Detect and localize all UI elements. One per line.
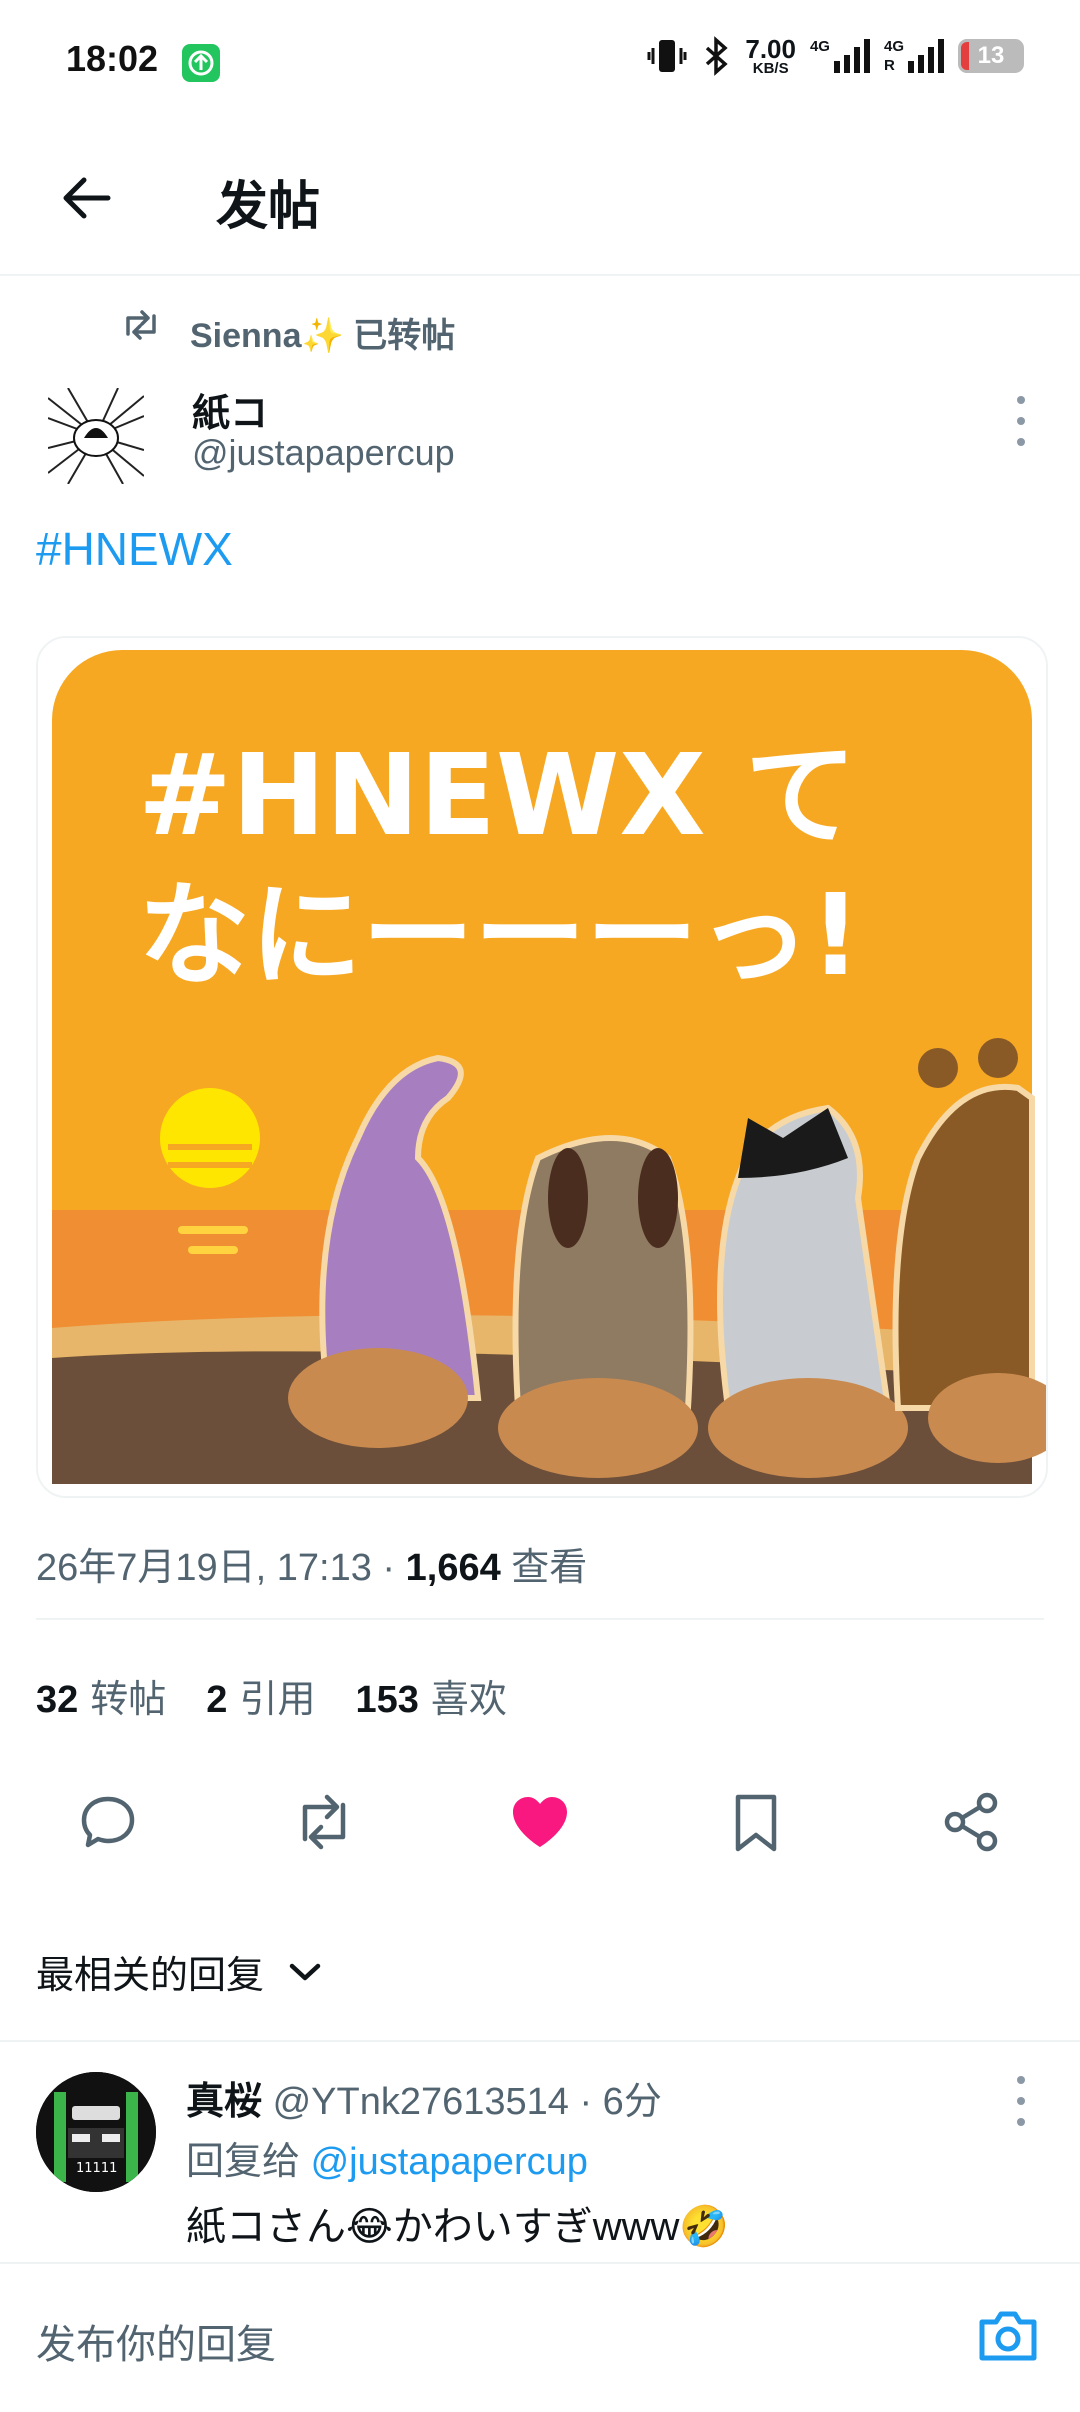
battery-icon: 13 bbox=[958, 39, 1024, 73]
arrow-left-icon bbox=[63, 177, 111, 219]
repost-context[interactable]: Sienna✨ 已转帖 bbox=[190, 308, 455, 357]
reply-sort-label: 最相关的回复 bbox=[36, 1955, 265, 1997]
reply-text: 紙コさん😂かわいすぎwww🤣 bbox=[186, 2205, 730, 2249]
share-icon bbox=[944, 1792, 998, 1852]
top-app-bar: 发帖 bbox=[0, 120, 1080, 276]
like-button[interactable] bbox=[500, 1782, 580, 1862]
reply-more-button[interactable] bbox=[1006, 2076, 1036, 2126]
post-more-button[interactable] bbox=[1006, 396, 1036, 446]
status-bar: 18:02 7.00 KB/S 4G 4G R 13 bbox=[0, 0, 1080, 120]
post-image[interactable]: #HNEWX て なにーーーっ! bbox=[36, 636, 1048, 1498]
post-meta: 26年7月19日, 17:13 · 1,664 查看 bbox=[36, 1536, 587, 1591]
app-update-icon bbox=[182, 44, 220, 82]
reply-input[interactable]: 发布你的回复 bbox=[36, 2312, 276, 2370]
engagement-stats: 32 转帖 2 引用 153 喜欢 bbox=[36, 1668, 507, 1723]
image-caption-line2: なにーーーっ! bbox=[138, 871, 861, 1001]
status-icons: 7.00 KB/S 4G 4G R 13 bbox=[647, 36, 1024, 76]
signal-icon-2: 4G R bbox=[884, 39, 944, 73]
reply-to-line: 回复给 @justapapercup bbox=[186, 2141, 588, 2183]
camera-button[interactable] bbox=[976, 2306, 1040, 2366]
repost-icon bbox=[302, 1794, 346, 1850]
post-actions bbox=[0, 1770, 1080, 1880]
reply-icon bbox=[81, 1796, 135, 1848]
speed-indicator: 7.00 KB/S bbox=[745, 33, 796, 77]
post-hashtag[interactable]: #HNEWX bbox=[36, 522, 233, 576]
author-avatar[interactable] bbox=[48, 388, 144, 484]
chevron-down-icon bbox=[289, 1963, 321, 1980]
svg-text:11111: 11111 bbox=[76, 2161, 117, 2176]
reply-avatar[interactable]: 11111 bbox=[36, 2072, 156, 2192]
image-caption-line1: #HNEWX て bbox=[138, 731, 857, 861]
author-handle[interactable]: @justapapercup bbox=[192, 432, 455, 474]
status-time: 18:02 bbox=[66, 38, 159, 79]
bookmark-icon bbox=[735, 1794, 777, 1852]
more-dots-icon bbox=[1017, 396, 1025, 404]
reply-header: 真桜 @YTnk27613514 · 6分 bbox=[186, 2070, 662, 2125]
author-name[interactable]: 紙コ bbox=[192, 382, 268, 437]
back-button[interactable] bbox=[48, 160, 124, 236]
page-title: 发帖 bbox=[216, 178, 321, 236]
signal-icon-1: 4G bbox=[810, 39, 870, 73]
bookmark-button[interactable] bbox=[716, 1782, 796, 1862]
divider bbox=[36, 1618, 1044, 1620]
repost-indicator-icon bbox=[126, 310, 156, 340]
reply-button[interactable] bbox=[68, 1782, 148, 1862]
like-count[interactable]: 153 喜欢 bbox=[355, 1668, 506, 1723]
reply-composer: 发布你的回复 bbox=[0, 2262, 1080, 2412]
like-icon bbox=[513, 1797, 567, 1847]
reply-author-name[interactable]: 真桜 bbox=[186, 2081, 262, 2123]
divider bbox=[0, 2262, 1080, 2264]
divider bbox=[0, 2040, 1080, 2042]
share-button[interactable] bbox=[932, 1782, 1012, 1862]
quote-count[interactable]: 2 引用 bbox=[206, 1668, 315, 1723]
reply-to-handle[interactable]: @justapapercup bbox=[311, 2141, 588, 2183]
view-count-label: 查看 bbox=[500, 1547, 588, 1589]
reply-author-handle[interactable]: @YTnk27613514 · 6分 bbox=[262, 2081, 662, 2123]
camera-icon bbox=[979, 2311, 1037, 2361]
reply-sort-dropdown[interactable]: 最相关的回复 bbox=[36, 1944, 322, 1999]
sunset-illustration: #HNEWX て なにーーーっ! bbox=[52, 650, 1046, 1484]
repost-button[interactable] bbox=[284, 1782, 364, 1862]
repost-count[interactable]: 32 转帖 bbox=[36, 1668, 166, 1723]
bluetooth-icon bbox=[706, 36, 728, 76]
post-timestamp: 26年7月19日, 17:13 · bbox=[36, 1547, 406, 1589]
view-count: 1,664 bbox=[405, 1547, 501, 1589]
more-dots-icon bbox=[1017, 2076, 1025, 2084]
vibrate-icon bbox=[647, 40, 687, 72]
